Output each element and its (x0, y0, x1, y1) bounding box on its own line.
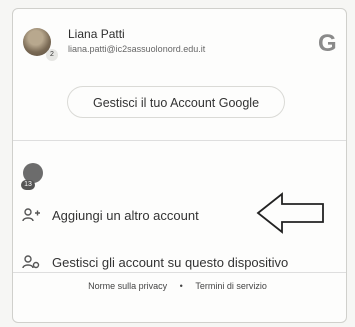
annotation-arrow-icon (256, 192, 324, 234)
add-account-label: Aggiungi un altro account (52, 207, 199, 223)
add-account-item[interactable]: Aggiungi un altro account (22, 205, 199, 225)
google-logo: G (318, 30, 337, 57)
terms-link[interactable]: Termini di servizio (195, 281, 267, 291)
add-person-icon (22, 208, 40, 222)
avatar-badge: 2 (46, 49, 58, 61)
manage-google-account-button[interactable]: Gestisci il tuo Account Google (67, 86, 285, 118)
account-name: Liana Patti (68, 27, 125, 41)
divider (13, 140, 346, 141)
divider (13, 272, 346, 273)
privacy-link[interactable]: Norme sulla privacy (88, 281, 167, 291)
manage-accounts-label: Gestisci gli account su questo dispositi… (52, 254, 289, 270)
footer: Norme sulla privacy • Termini di servizi… (0, 281, 355, 291)
account-email: liana.patti@ic2sassuolonord.edu.it (68, 44, 206, 54)
other-account-badge: 13 (21, 180, 35, 190)
manage-accounts-icon (22, 255, 40, 269)
footer-separator: • (179, 281, 183, 291)
account-switcher-panel (12, 8, 347, 323)
manage-accounts-item[interactable]: Gestisci gli account su questo dispositi… (22, 252, 288, 272)
